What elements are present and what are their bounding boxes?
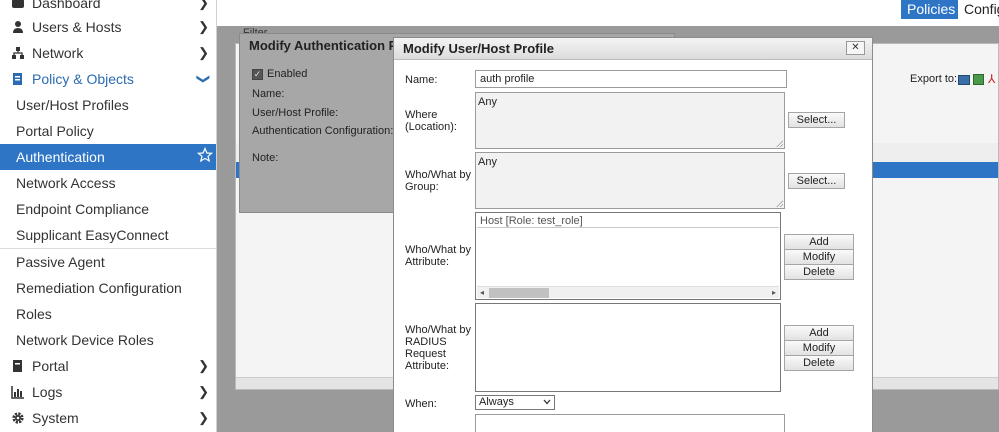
- dialog-title: Modify User/Host Profile: [403, 41, 554, 56]
- chevron-down-icon: [543, 399, 551, 405]
- horizontal-scrollbar[interactable]: ◂ ▸: [477, 286, 779, 298]
- sidebar-item-roles[interactable]: Roles: [0, 301, 216, 327]
- who-what-group-value: Any: [478, 156, 497, 168]
- sidebar-item-label: Network: [32, 45, 84, 61]
- name-label: Name:: [252, 88, 285, 100]
- schedule-textarea[interactable]: [475, 414, 785, 432]
- select-location-button[interactable]: Select...: [788, 112, 845, 128]
- where-location-value: Any: [478, 96, 497, 108]
- enabled-label: Enabled: [267, 68, 308, 80]
- who-what-attribute-label: Who/What by Attribute:: [405, 244, 472, 268]
- chevron-right-icon: ❯: [198, 0, 209, 10]
- sidebar-item-label: Portal: [32, 358, 69, 374]
- sidebar-item-label: Network Device Roles: [16, 332, 154, 348]
- sidebar-item-label: Authentication: [16, 149, 105, 165]
- name-input[interactable]: auth profile: [475, 70, 787, 88]
- sidebar-item-network-device-roles[interactable]: Network Device Roles: [0, 327, 216, 353]
- sidebar-item-logs[interactable]: Logs ❯: [0, 379, 216, 405]
- dialog-title: Modify Authentication Po: [249, 38, 406, 53]
- modify-radius-button[interactable]: Modify: [784, 340, 854, 356]
- export-pdf-icon[interactable]: ⅄: [988, 73, 996, 85]
- add-radius-button[interactable]: Add: [784, 325, 854, 341]
- add-attribute-button[interactable]: Add: [784, 234, 854, 250]
- portal-icon: [10, 358, 26, 374]
- sidebar-item-label: Logs: [32, 384, 63, 400]
- user-host-profile-label: User/Host Profile:: [252, 107, 339, 119]
- where-location-textarea[interactable]: Any: [475, 92, 785, 149]
- delete-attribute-button[interactable]: Delete: [784, 264, 854, 280]
- gear-icon: [10, 410, 26, 426]
- when-select[interactable]: Always: [475, 395, 555, 410]
- sidebar-item-label: Network Access: [16, 175, 116, 191]
- star-icon[interactable]: [196, 146, 214, 166]
- select-group-button[interactable]: Select...: [788, 173, 845, 189]
- who-what-radius-label: Who/What by RADIUS Request Attribute:: [405, 324, 472, 372]
- user-icon: [10, 19, 26, 35]
- sidebar-item-policy-objects[interactable]: Policy & Objects ❯: [0, 66, 216, 92]
- chevron-right-icon: ❯: [198, 410, 209, 425]
- sidebar-item-user-host-profiles[interactable]: User/Host Profiles: [0, 92, 216, 118]
- where-location-label: Where (Location):: [405, 109, 457, 133]
- scrollbar-thumb[interactable]: [489, 288, 549, 298]
- chevron-right-icon: ❯: [198, 19, 209, 34]
- sidebar-item-users-hosts[interactable]: Users & Hosts ❯: [0, 14, 216, 40]
- sidebar-item-authentication[interactable]: Authentication: [0, 144, 216, 170]
- radius-attribute-list[interactable]: [475, 303, 781, 392]
- chevron-right-icon: ❯: [198, 45, 209, 60]
- policy-icon: [10, 71, 26, 87]
- modify-attribute-button[interactable]: Modify: [784, 249, 854, 265]
- resize-handle[interactable]: [776, 140, 783, 147]
- sidebar-item-label: System: [32, 410, 79, 426]
- sidebar-item-remediation-configuration[interactable]: Remediation Configuration: [0, 275, 216, 301]
- delete-radius-button[interactable]: Delete: [784, 355, 854, 371]
- when-value: Always: [479, 396, 514, 408]
- sidebar-item-label: Users & Hosts: [32, 19, 122, 35]
- when-label: When:: [405, 398, 437, 410]
- who-what-group-textarea[interactable]: Any: [475, 152, 785, 209]
- authentication-configuration-label: Authentication Configuration:: [252, 125, 394, 137]
- export-label: Export to:: [910, 73, 958, 85]
- network-icon: [10, 45, 26, 61]
- export-csv-icon[interactable]: [958, 75, 970, 85]
- sidebar-item-portal[interactable]: Portal ❯: [0, 353, 216, 379]
- sidebar: Dashboard ❯ Users & Hosts ❯ Network ❯ Po…: [0, 0, 217, 432]
- dashboard-icon: [10, 0, 26, 11]
- note-label: Note:: [252, 152, 279, 164]
- tab-policies[interactable]: Policies: [901, 0, 962, 19]
- enabled-checkbox[interactable]: ✓: [252, 69, 263, 80]
- sidebar-item-network-access[interactable]: Network Access: [0, 170, 216, 196]
- sidebar-item-passive-agent[interactable]: Passive Agent: [0, 249, 216, 275]
- sidebar-item-label: User/Host Profiles: [16, 97, 129, 113]
- sidebar-item-endpoint-compliance[interactable]: Endpoint Compliance: [0, 196, 216, 222]
- dialog-header: Modify User/Host Profile ✕: [394, 38, 872, 60]
- sidebar-item-label: Policy & Objects: [32, 71, 134, 87]
- sidebar-item-label: Endpoint Compliance: [16, 201, 150, 217]
- scroll-right-icon[interactable]: ▸: [772, 287, 776, 299]
- sidebar-item-label: Roles: [16, 306, 52, 322]
- sidebar-item-supplicant-easyconnect[interactable]: Supplicant EasyConnect: [0, 222, 216, 248]
- logs-icon: [10, 384, 26, 400]
- sidebar-item-label: Remediation Configuration: [16, 280, 182, 296]
- who-what-group-label: Who/What by Group:: [405, 169, 472, 193]
- top-bar: Policies Configu: [217, 0, 999, 26]
- name-label: Name:: [405, 74, 438, 86]
- sidebar-item-system[interactable]: System ❯: [0, 405, 216, 431]
- list-item[interactable]: Host [Role: test_role]: [477, 214, 779, 228]
- close-icon[interactable]: ✕: [846, 41, 865, 55]
- chevron-right-icon: ❯: [198, 358, 209, 373]
- sidebar-item-label: Dashboard: [32, 0, 101, 11]
- export-excel-icon[interactable]: [973, 74, 984, 85]
- sidebar-item-network[interactable]: Network ❯: [0, 40, 216, 66]
- sidebar-item-label: Passive Agent: [16, 254, 105, 270]
- modify-user-host-profile-dialog: Modify User/Host Profile ✕ Name: auth pr…: [393, 37, 873, 432]
- chevron-down-icon: ❯: [196, 73, 212, 85]
- sidebar-item-portal-policy[interactable]: Portal Policy: [0, 118, 216, 144]
- tab-configuration[interactable]: Configu: [958, 0, 999, 19]
- attribute-list[interactable]: Host [Role: test_role] ◂ ▸: [475, 212, 781, 300]
- resize-handle[interactable]: [776, 200, 783, 207]
- chevron-right-icon: ❯: [198, 384, 209, 399]
- sidebar-item-label: Supplicant EasyConnect: [16, 227, 169, 243]
- scroll-left-icon[interactable]: ◂: [480, 287, 484, 299]
- sidebar-item-label: Portal Policy: [16, 123, 94, 139]
